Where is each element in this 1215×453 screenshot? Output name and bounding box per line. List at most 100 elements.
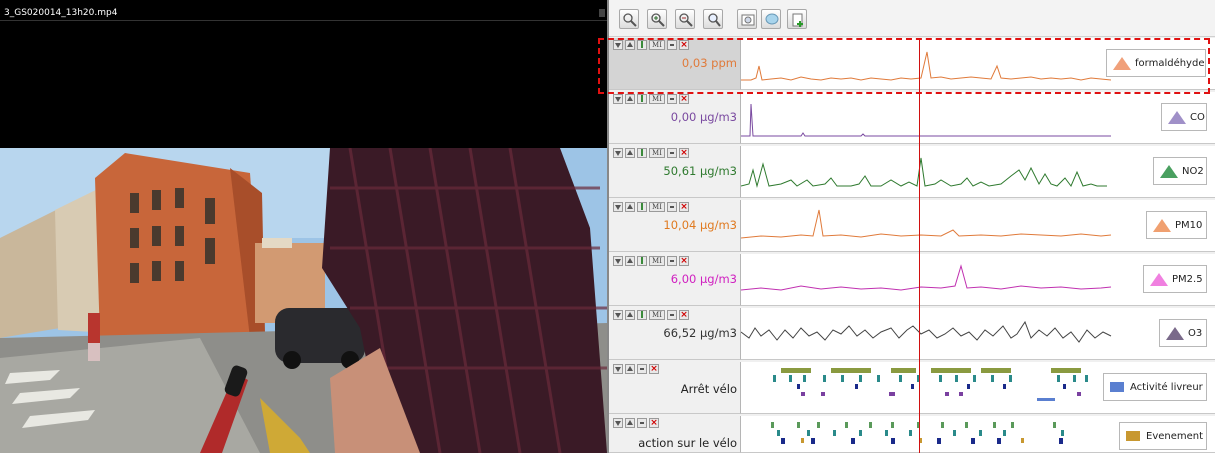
pin-icon[interactable] [637, 310, 647, 320]
track-action-velo[interactable]: × action sur le vélo Evenement [609, 416, 1215, 453]
track-label: action sur le vélo [638, 436, 737, 450]
zoom-fit-icon [623, 13, 637, 27]
selection-highlight [598, 38, 1210, 94]
mountain-icon [1166, 327, 1184, 340]
video-scroll-handle[interactable] [599, 9, 605, 17]
legend-pm25: PM2.5 [1143, 265, 1207, 293]
track-no2[interactable]: MI × 50,61 µg/m3 NO2 [609, 146, 1215, 198]
collapse-icon[interactable] [613, 94, 623, 104]
delete-icon[interactable]: × [649, 418, 659, 428]
zoom-in-button[interactable] [647, 9, 667, 29]
collapse-icon[interactable] [613, 148, 623, 158]
track-controls: MI × 66,52 µg/m3 [609, 308, 740, 360]
expand-icon[interactable] [625, 148, 635, 158]
track-value: 0,00 µg/m3 [670, 110, 737, 124]
minimize-icon[interactable] [667, 310, 677, 320]
delete-icon[interactable]: × [679, 202, 689, 212]
zoom-out-button[interactable] [675, 9, 695, 29]
mountain-icon [1160, 165, 1178, 178]
track-controls: MI × 0,00 µg/m3 [609, 92, 740, 144]
track-plot[interactable]: NO2 [740, 146, 1215, 198]
collapse-icon[interactable] [613, 310, 623, 320]
delete-icon[interactable]: × [679, 310, 689, 320]
track-plot[interactable]: O3 [740, 308, 1215, 360]
mountain-icon [1150, 273, 1168, 286]
track-arret-velo[interactable]: × Arrêt vélo Activité livreur [609, 362, 1215, 414]
camera-button[interactable] [737, 9, 757, 29]
mi-icon[interactable]: MI [649, 256, 665, 266]
legend-swatch [1126, 431, 1140, 441]
minimize-icon[interactable] [667, 202, 677, 212]
legend-co: CO [1161, 103, 1207, 131]
legend-o3: O3 [1159, 319, 1207, 347]
expand-icon[interactable] [625, 418, 635, 428]
minimize-icon[interactable] [667, 256, 677, 266]
legend-no2: NO2 [1153, 157, 1207, 185]
expand-icon[interactable] [625, 256, 635, 266]
legend-label: PM2.5 [1172, 274, 1203, 285]
track-plot[interactable]: Evenement [740, 416, 1215, 453]
zoom-reset-icon [708, 13, 721, 27]
mi-icon[interactable]: MI [649, 94, 665, 104]
minimize-icon[interactable] [637, 364, 647, 374]
playhead-cursor[interactable] [919, 38, 920, 453]
track-pm25[interactable]: MI × 6,00 µg/m3 PM2.5 [609, 254, 1215, 306]
camera-icon [741, 14, 755, 26]
pin-icon[interactable] [637, 256, 647, 266]
zoom-in-icon [651, 13, 665, 27]
minimize-icon[interactable] [667, 148, 677, 158]
collapse-icon[interactable] [613, 364, 623, 374]
track-plot[interactable]: PM10 [740, 200, 1215, 252]
track-value: 10,04 µg/m3 [663, 218, 737, 232]
legend-label: Evenement [1146, 431, 1204, 442]
collapse-icon[interactable] [613, 256, 623, 266]
track-pm10[interactable]: MI × 10,04 µg/m3 PM10 [609, 200, 1215, 252]
collapse-icon[interactable] [613, 202, 623, 212]
collapse-icon[interactable] [613, 418, 623, 428]
track-controls: × Arrêt vélo [609, 362, 740, 414]
track-plot[interactable]: CO [740, 92, 1215, 144]
track-value: 6,00 µg/m3 [670, 272, 737, 286]
pin-icon[interactable] [637, 148, 647, 158]
track-plot[interactable]: PM2.5 [740, 254, 1215, 306]
track-value: 66,52 µg/m3 [663, 326, 737, 340]
legend-label: PM10 [1175, 220, 1203, 231]
mi-icon[interactable]: MI [649, 148, 665, 158]
video-player[interactable]: 3_GS020014_13h20.mp4 [0, 0, 607, 453]
expand-icon[interactable] [625, 202, 635, 212]
signal-line [741, 209, 1112, 239]
legend-pm10: PM10 [1146, 211, 1207, 239]
zoom-fit-button[interactable] [619, 9, 639, 29]
expand-icon[interactable] [625, 310, 635, 320]
signal-line [741, 103, 1111, 137]
delete-icon[interactable]: × [679, 256, 689, 266]
legend-activite-livreur: Activité livreur [1103, 373, 1207, 401]
mountain-icon [1168, 111, 1186, 124]
comment-button[interactable] [761, 9, 781, 29]
add-track-button[interactable] [787, 9, 807, 29]
track-controls: MI × 6,00 µg/m3 [609, 254, 740, 306]
expand-icon[interactable] [625, 94, 635, 104]
video-frame-image [0, 148, 607, 453]
zoom-reset-button[interactable] [703, 9, 723, 29]
expand-icon[interactable] [625, 364, 635, 374]
mi-icon[interactable]: MI [649, 202, 665, 212]
track-o3[interactable]: MI × 66,52 µg/m3 O3 [609, 308, 1215, 360]
pin-icon[interactable] [637, 94, 647, 104]
minimize-icon[interactable] [637, 418, 647, 428]
track-co[interactable]: MI × 0,00 µg/m3 CO [609, 92, 1215, 144]
video-filename: 3_GS020014_13h20.mp4 [4, 8, 118, 18]
track-controls: MI × 10,04 µg/m3 [609, 200, 740, 252]
pin-icon[interactable] [637, 202, 647, 212]
mi-icon[interactable]: MI [649, 310, 665, 320]
minimize-icon[interactable] [667, 94, 677, 104]
timeline-toolbar [609, 0, 1215, 37]
mountain-icon [1153, 219, 1171, 232]
legend-label: CO [1190, 112, 1205, 123]
delete-icon[interactable]: × [649, 364, 659, 374]
track-plot[interactable]: Activité livreur [740, 362, 1215, 414]
delete-icon[interactable]: × [679, 94, 689, 104]
add-document-icon [792, 13, 803, 27]
track-controls: MI × 50,61 µg/m3 [609, 146, 740, 198]
delete-icon[interactable]: × [679, 148, 689, 158]
